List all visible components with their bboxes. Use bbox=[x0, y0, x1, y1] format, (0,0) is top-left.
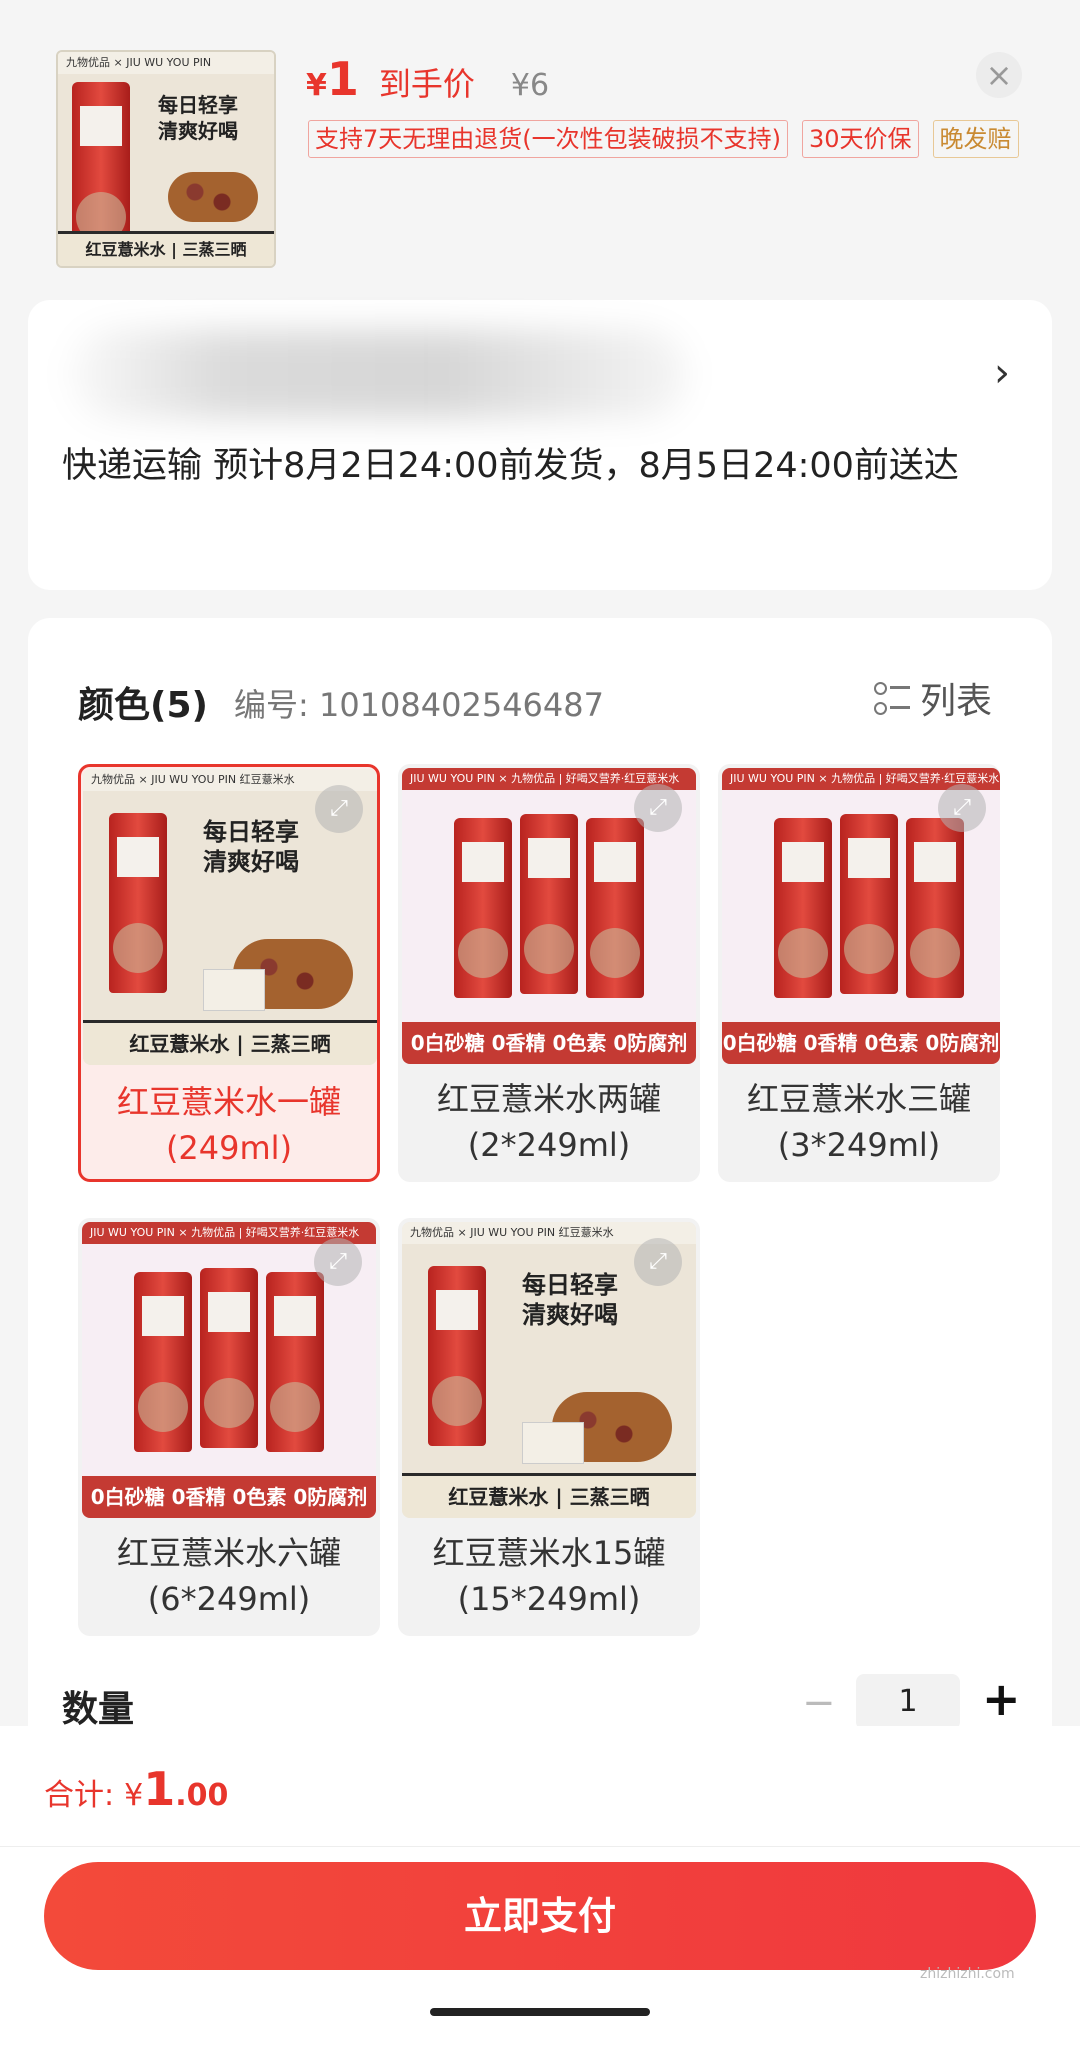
option-name: 红豆薏米水六罐 (6*249ml) bbox=[116, 1534, 341, 1618]
pay-now-button[interactable]: 立即支付 bbox=[44, 1862, 1036, 1970]
watermark: zhizhizhi.com bbox=[920, 1966, 1015, 1982]
price-row: ¥ 1 到手价 ¥6 bbox=[306, 52, 549, 112]
price-symbol: ¥ bbox=[306, 68, 327, 103]
option-image: 九物优品 × JIU WU YOU PIN 红豆薏米水 每日轻享 清爽好喝 红豆… bbox=[402, 1222, 696, 1518]
total-currency: ¥ bbox=[124, 1778, 144, 1813]
late-delivery-tag: 晚发赔 bbox=[932, 120, 1019, 158]
spec-option-2[interactable]: JIU WU YOU PIN × 九物优品 | 好喝又营养·红豆薏米水 0白砂糖… bbox=[398, 764, 700, 1182]
price-protect-tag: 30天价保 bbox=[802, 120, 919, 158]
spec-card: 颜色(5) 编号: 10108402546487 列表 九物优品 × JIU W… bbox=[28, 618, 1052, 1768]
expand-icon[interactable]: ⤢ bbox=[938, 784, 986, 832]
product-code: 编号: 10108402546487 bbox=[234, 686, 604, 724]
option-slogan: 每日轻享 清爽好喝 bbox=[522, 1271, 618, 1329]
can-image bbox=[454, 818, 512, 998]
product-thumbnail[interactable]: 九物优品 × JIU WU YOU PIN 每日轻享 清爽好喝 红豆薏米水 | … bbox=[56, 50, 276, 268]
delivery-estimate: 快递运输 预计8月2日24:00前发货，8月5日24:00前送达 bbox=[62, 446, 959, 486]
option-banner: 0白砂糖 0香精 0色素 0防腐剂 bbox=[722, 1022, 1000, 1064]
product-summary-header: 九物优品 × JIU WU YOU PIN 每日轻享 清爽好喝 红豆薏米水 | … bbox=[0, 0, 1080, 290]
total-decimal: .00 bbox=[175, 1778, 229, 1813]
can-image bbox=[906, 818, 964, 998]
option-name: 红豆薏米水三罐 (3*249ml) bbox=[746, 1080, 971, 1164]
cubes-image bbox=[203, 969, 265, 1011]
option-banner: 红豆薏米水 | 三蒸三晒 bbox=[83, 1020, 377, 1065]
list-view-toggle[interactable]: 列表 bbox=[874, 672, 992, 724]
spec-option-5[interactable]: 九物优品 × JIU WU YOU PIN 红豆薏米水 每日轻享 清爽好喝 红豆… bbox=[398, 1218, 700, 1636]
expand-icon[interactable]: ⤢ bbox=[314, 1238, 362, 1286]
can-image bbox=[840, 814, 898, 994]
cubes-image bbox=[522, 1422, 584, 1464]
option-image: JIU WU YOU PIN × 九物优品 | 好喝又营养·红豆薏米水 0白砂糖… bbox=[402, 768, 696, 1064]
option-banner: 0白砂糖 0香精 0色素 0防腐剂 bbox=[82, 1476, 376, 1518]
spec-option-4[interactable]: JIU WU YOU PIN × 九物优品 | 好喝又营养·红豆薏米水 0白砂糖… bbox=[78, 1218, 380, 1636]
footer-divider bbox=[0, 1846, 1080, 1847]
original-price: ¥6 bbox=[510, 68, 550, 103]
option-image: 九物优品 × JIU WU YOU PIN 红豆薏米水 每日轻享 清爽好喝 红豆… bbox=[83, 769, 377, 1065]
option-image: JIU WU YOU PIN × 九物优品 | 好喝又营养·红豆薏米水 0白砂糖… bbox=[722, 768, 1000, 1064]
quantity-increase-button[interactable]: + bbox=[982, 1672, 1021, 1726]
can-image bbox=[586, 818, 644, 998]
can-image bbox=[200, 1268, 258, 1448]
total-integer: 1 bbox=[143, 1762, 176, 1816]
spec-option-1[interactable]: 九物优品 × JIU WU YOU PIN 红豆薏米水 每日轻享 清爽好喝 红豆… bbox=[78, 764, 380, 1182]
option-name: 红豆薏米水一罐 (249ml) bbox=[116, 1083, 341, 1167]
quantity-input[interactable]: 1 bbox=[856, 1674, 960, 1730]
expand-icon[interactable]: ⤢ bbox=[634, 784, 682, 832]
option-image: JIU WU YOU PIN × 九物优品 | 好喝又营养·红豆薏米水 0白砂糖… bbox=[82, 1222, 376, 1518]
can-image bbox=[134, 1272, 192, 1452]
can-image bbox=[109, 813, 167, 993]
order-total: 合计: ¥ 1 .00 bbox=[44, 1762, 228, 1816]
return-policy-tag: 支持7天无理由退货(一次性包装破损不支持) bbox=[308, 120, 788, 158]
quantity-decrease-button[interactable]: − bbox=[802, 1680, 836, 1726]
can-image bbox=[520, 814, 578, 994]
can-image bbox=[774, 818, 832, 998]
list-icon bbox=[874, 680, 910, 716]
beans-image bbox=[168, 172, 258, 222]
quantity-label: 数量 bbox=[62, 1689, 135, 1730]
expand-icon[interactable]: ⤢ bbox=[634, 1238, 682, 1286]
option-banner: 0白砂糖 0香精 0色素 0防腐剂 bbox=[402, 1022, 696, 1064]
checkout-footer: 合计: ¥ 1 .00 立即支付 zhizhizhi.com bbox=[0, 1726, 1080, 2051]
thumbnail-banner: 红豆薏米水 | 三蒸三晒 bbox=[58, 231, 274, 266]
expand-icon[interactable]: ⤢ bbox=[315, 785, 363, 833]
spec-option-3[interactable]: JIU WU YOU PIN × 九物优品 | 好喝又营养·红豆薏米水 0白砂糖… bbox=[718, 764, 1000, 1182]
chevron-right-icon[interactable]: › bbox=[994, 350, 1010, 396]
can-image bbox=[266, 1272, 324, 1452]
final-price: 1 bbox=[326, 52, 359, 106]
final-price-label: 到手价 bbox=[378, 65, 475, 103]
thumbnail-slogan: 每日轻享 清爽好喝 bbox=[158, 93, 238, 143]
thumbnail-brand: 九物优品 × JIU WU YOU PIN bbox=[58, 52, 274, 74]
address-redacted bbox=[68, 330, 688, 418]
option-name: 红豆薏米水两罐 (2*249ml) bbox=[436, 1080, 661, 1164]
option-banner: 红豆薏米水 | 三蒸三晒 bbox=[402, 1473, 696, 1518]
can-image bbox=[428, 1266, 486, 1446]
close-icon[interactable]: × bbox=[976, 52, 1022, 98]
option-slogan: 每日轻享 清爽好喝 bbox=[203, 818, 299, 876]
service-tags: 支持7天无理由退货(一次性包装破损不支持) 30天价保 晚发赔 bbox=[308, 120, 1019, 158]
total-label: 合计: bbox=[44, 1778, 115, 1813]
spec-title: 颜色(5) bbox=[78, 685, 208, 726]
list-label: 列表 bbox=[920, 681, 993, 722]
thumbnail-image: 九物优品 × JIU WU YOU PIN 每日轻享 清爽好喝 红豆薏米水 | … bbox=[58, 52, 274, 266]
address-card[interactable]: › 快递运输 预计8月2日24:00前发货，8月5日24:00前送达 bbox=[28, 300, 1052, 590]
home-indicator[interactable] bbox=[430, 2008, 650, 2016]
option-name: 红豆薏米水15罐 (15*249ml) bbox=[432, 1534, 666, 1618]
